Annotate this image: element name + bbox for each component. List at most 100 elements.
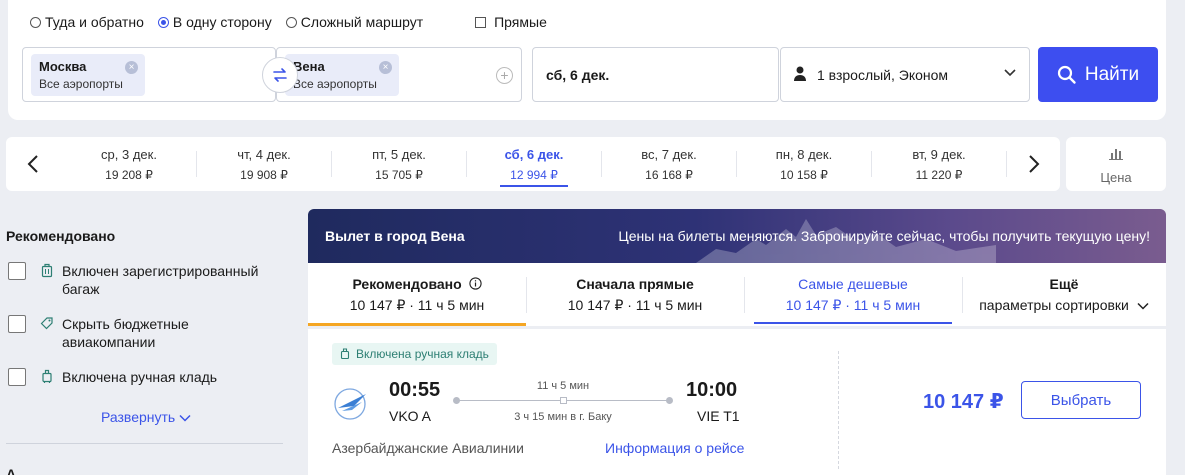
prev-dates-button[interactable] — [23, 151, 43, 177]
date-option[interactable]: пн, 8 дек. 10 158 ₽ — [737, 137, 871, 191]
route-stop-marker — [560, 397, 567, 404]
destination-field[interactable]: Вена Все аэропорты × + — [276, 47, 522, 102]
add-destination-icon[interactable]: + — [496, 67, 513, 84]
info-icon[interactable] — [468, 277, 482, 290]
direct-label: Прямые — [494, 14, 547, 30]
origin-chip[interactable]: Москва Все аэропорты × — [31, 54, 145, 96]
route-end-dot — [666, 397, 673, 404]
next-dates-button[interactable] — [1024, 151, 1044, 177]
card-divider — [838, 351, 839, 469]
stopover-info: 3 ч 15 мин в г. Баку — [514, 411, 612, 423]
filter-hide-budget[interactable]: Скрыть бюджетные авиакомпании — [8, 315, 262, 351]
radio-roundtrip[interactable] — [30, 16, 41, 28]
destination-airports: Все аэропорты — [293, 77, 377, 91]
sort-tab-meta-text: параметры сортировки — [979, 297, 1129, 313]
price-chart-label: Цена — [1100, 170, 1132, 185]
sort-tab-name: Самые дешевые — [798, 276, 908, 292]
trip-type-oneway[interactable]: В одну сторону — [157, 14, 272, 30]
chevron-down-icon — [1004, 69, 1016, 77]
date-price: 12 994 ₽ — [510, 168, 558, 182]
route-start-dot — [453, 397, 460, 404]
passengers-value: 1 взрослый, Эконом — [817, 67, 949, 83]
filter-checkbox[interactable] — [8, 368, 26, 386]
hand-luggage-icon — [42, 369, 52, 383]
date-price: 15 705 ₽ — [375, 168, 423, 182]
arrival-airport: VIE T1 — [697, 408, 740, 424]
swap-icon — [273, 68, 287, 82]
direct-checkbox-box[interactable] — [475, 16, 487, 28]
chevron-right-icon — [1029, 155, 1040, 173]
filter-checkbox[interactable] — [8, 315, 26, 333]
chevron-down-icon — [179, 414, 191, 422]
trip-type-label: Туда и обратно — [45, 14, 144, 30]
flight-info-link[interactable]: Информация о рейсе — [605, 440, 744, 456]
banner-note: Цены на билеты меняются. Забронируйте се… — [618, 228, 1150, 244]
date-option[interactable]: вт, 9 дек. 11 220 ₽ — [872, 137, 1006, 191]
page-scroll-edge — [1176, 209, 1185, 475]
trip-type-selector: Туда и обратно В одну сторону Сложный ма… — [30, 14, 547, 30]
swap-cities-button[interactable] — [262, 57, 298, 93]
arrival-time: 10:00 — [686, 379, 738, 401]
filter-checked-baggage[interactable]: Включен зарегистрированный багаж — [8, 262, 262, 298]
date-label: пн, 8 дек. — [775, 147, 833, 162]
date-option[interactable]: ср, 3 дек. 19 208 ₽ — [62, 137, 196, 191]
radio-oneway[interactable] — [157, 16, 169, 28]
date-option[interactable]: пт, 5 дек. 15 705 ₽ — [332, 137, 466, 191]
sort-tab-more[interactable]: Ещё параметры сортировки — [962, 263, 1166, 326]
flight-duration: 11 ч 5 мин — [536, 380, 590, 392]
origin-field[interactable]: Москва Все аэропорты × — [22, 47, 276, 102]
search-icon — [1057, 65, 1076, 84]
sort-tab-meta: 10 147 ₽ · 11 ч 5 мин — [349, 297, 485, 313]
date-option[interactable]: чт, 4 дек. 19 908 ₽ — [197, 137, 331, 191]
date-option[interactable]: вс, 7 дек. 16 168 ₽ — [602, 137, 736, 191]
sort-tab-meta: 10 147 ₽ · 11 ч 5 мин — [567, 297, 703, 313]
baggage-tag-label: Включена ручная кладь — [356, 347, 489, 361]
departure-airport: VKO A — [389, 408, 432, 424]
filter-label: Включена ручная кладь — [62, 369, 218, 385]
results-banner: Вылет в город Вена Цены на билеты меняют… — [308, 209, 1166, 263]
search-button-label: Найти — [1084, 63, 1140, 85]
sort-tab-cheapest[interactable]: Самые дешевые 10 147 ₽ · 11 ч 5 мин — [744, 263, 962, 326]
date-price: 16 168 ₽ — [645, 168, 693, 182]
passengers-field[interactable]: 1 взрослый, Эконом — [780, 47, 1030, 102]
date-price: 11 220 ₽ — [915, 168, 963, 182]
date-label: ср, 3 дек. — [101, 147, 157, 162]
search-panel: Туда и обратно В одну сторону Сложный ма… — [8, 0, 1166, 120]
clear-origin-icon[interactable]: × — [125, 61, 138, 74]
sort-tab-direct-first[interactable]: Сначала прямые 10 147 ₽ · 11 ч 5 мин — [526, 263, 744, 326]
trip-type-roundtrip[interactable]: Туда и обратно — [30, 14, 144, 30]
filter-hand-luggage[interactable]: Включена ручная кладь — [8, 368, 262, 386]
airline-name: Азербайджанские Авиалинии — [332, 440, 524, 456]
date-label: вт, 9 дек. — [912, 147, 966, 162]
date-value: сб, 6 дек. — [546, 67, 610, 83]
date-label: сб, 6 дек. — [504, 147, 564, 162]
hand-luggage-icon — [340, 348, 350, 360]
search-button[interactable]: Найти — [1038, 47, 1158, 102]
sort-bar: Рекомендовано 10 147 ₽ · 11 ч 5 мин Снач… — [308, 263, 1166, 326]
expand-filters-link[interactable]: Развернуть — [101, 409, 191, 425]
flight-card[interactable]: Включена ручная кладь 00:55 VKO A 11 ч 5… — [308, 329, 1166, 475]
sort-tab-meta: параметры сортировки — [962, 297, 1166, 313]
departure-time: 00:55 — [389, 379, 441, 401]
sort-tab-recommended[interactable]: Рекомендовано 10 147 ₽ · 11 ч 5 мин — [308, 263, 526, 326]
select-flight-button[interactable]: Выбрать — [1021, 381, 1141, 419]
clear-destination-icon[interactable]: × — [379, 61, 392, 74]
date-option-selected[interactable]: сб, 6 дек. 12 994 ₽ — [467, 137, 601, 191]
chevron-left-icon — [27, 155, 38, 173]
person-icon — [794, 66, 806, 81]
expand-label: Развернуть — [101, 409, 176, 425]
trip-type-label: Сложный маршрут — [300, 14, 424, 30]
tag-icon — [40, 317, 53, 330]
filter-checkbox[interactable] — [8, 262, 26, 280]
destination-chip[interactable]: Вена Все аэропорты × — [285, 54, 399, 96]
price-chart-button[interactable]: Цена — [1066, 137, 1166, 191]
direct-flights-checkbox[interactable]: Прямые — [475, 14, 547, 30]
trip-type-multicity[interactable]: Сложный маршрут — [285, 14, 424, 30]
radio-multicity[interactable] — [285, 16, 297, 28]
origin-city: Москва — [39, 59, 87, 74]
destination-city: Вена — [293, 59, 325, 74]
airline-logo — [334, 388, 366, 420]
sort-tab-name-text: Рекомендовано — [352, 276, 462, 292]
date-field[interactable]: сб, 6 дек. — [532, 47, 779, 102]
baggage-tag: Включена ручная кладь — [332, 343, 497, 365]
